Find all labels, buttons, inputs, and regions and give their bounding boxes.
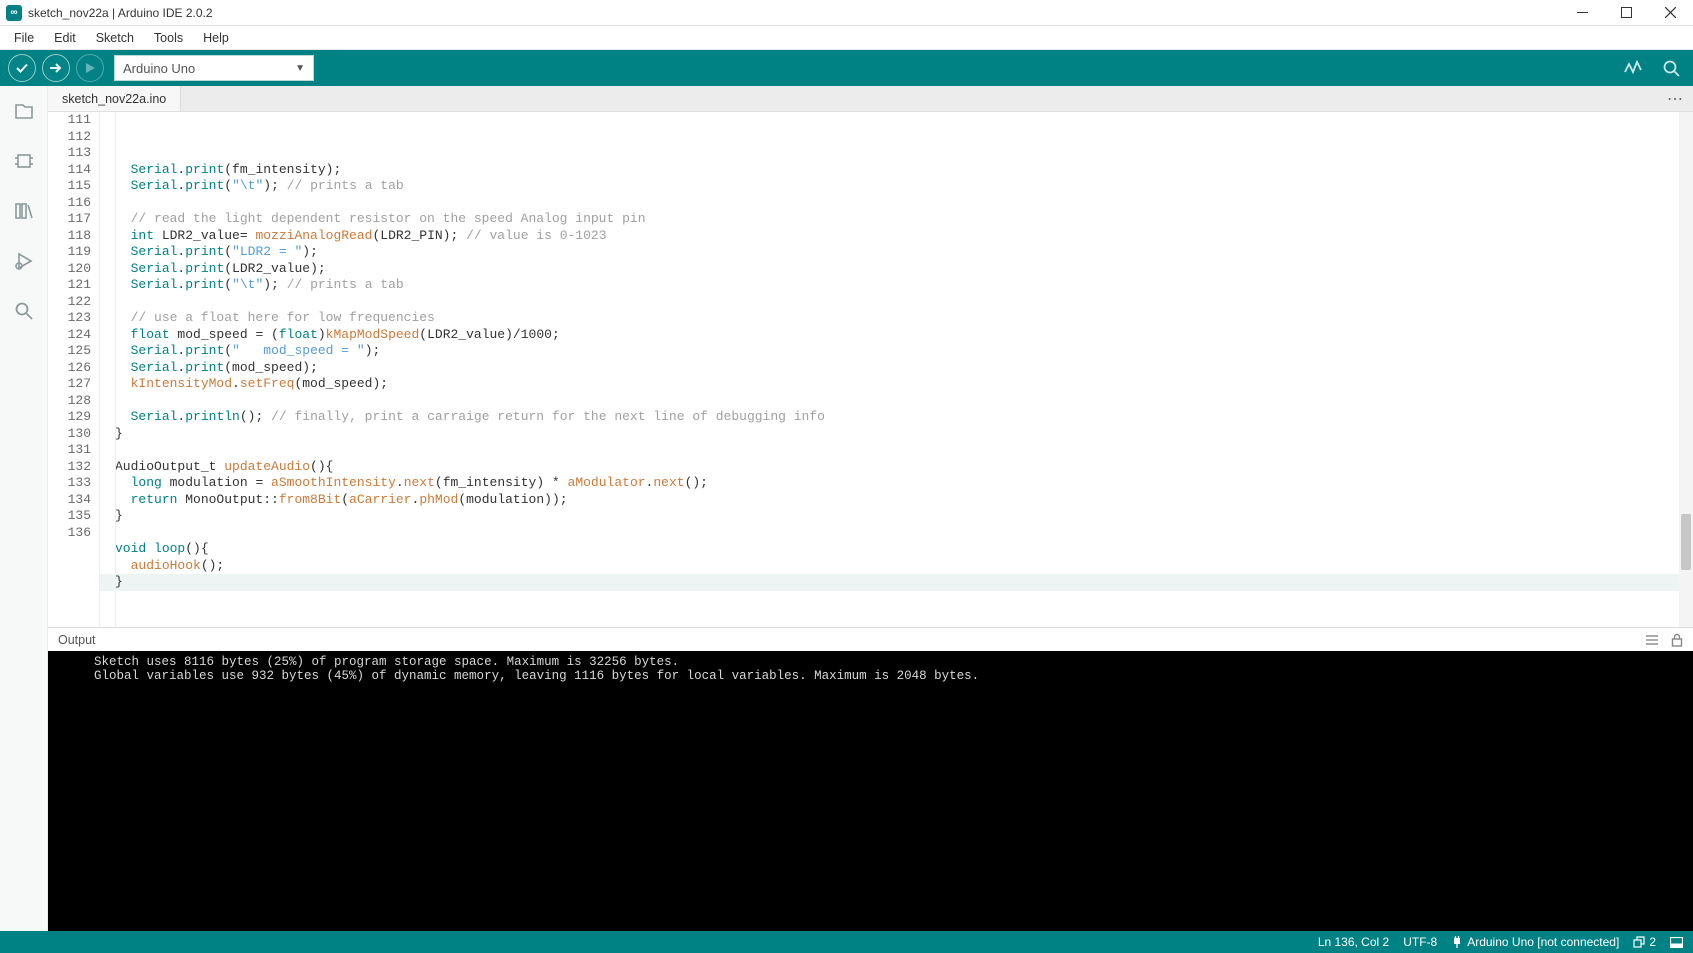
status-bar: Ln 136, Col 2 UTF-8 Arduino Uno [not con… [0, 931, 1693, 953]
code-line[interactable]: Serial.print("LDR2 = "); [100, 244, 1693, 261]
code-line[interactable] [100, 294, 1693, 311]
code-line[interactable]: long modulation = aSmoothIntensity.next(… [100, 475, 1693, 492]
debug-icon[interactable] [13, 250, 35, 272]
status-ln-col[interactable]: Ln 136, Col 2 [1318, 935, 1389, 949]
indent-guide [115, 112, 116, 627]
toolbar: Arduino Uno ▼ [0, 50, 1693, 86]
upload-button[interactable] [42, 54, 70, 82]
boards-manager-icon[interactable] [13, 150, 35, 172]
search-icon[interactable] [13, 300, 35, 322]
code-line[interactable]: } [100, 508, 1693, 525]
board-selector-label: Arduino Uno [123, 61, 195, 76]
output-options-icon[interactable] [1645, 633, 1659, 647]
tab-overflow-button[interactable]: ⋯ [1657, 86, 1693, 111]
code-line[interactable]: AudioOutput_t updateAudio(){ [100, 459, 1693, 476]
status-board[interactable]: Arduino Uno [not connected] [1451, 935, 1619, 949]
code-line[interactable]: // read the light dependent resistor on … [100, 211, 1693, 228]
code-line[interactable]: void loop(){ [100, 541, 1693, 558]
title-bar: ∞ sketch_nov22a | Arduino IDE 2.0.2 [0, 0, 1693, 26]
output-label: Output [58, 633, 96, 647]
code-line[interactable]: Serial.print(fm_intensity); [100, 162, 1693, 179]
status-close-panel[interactable] [1670, 937, 1683, 948]
output-console[interactable]: Sketch uses 8116 bytes (25%) of program … [48, 651, 1693, 931]
code-line[interactable] [100, 195, 1693, 212]
code-line[interactable]: kIntensityMod.setFreq(mod_speed); [100, 376, 1693, 393]
code-line[interactable]: Serial.print(" mod_speed = "); [100, 343, 1693, 360]
scrollbar-thumb[interactable] [1681, 514, 1691, 571]
activity-bar [0, 86, 48, 931]
share-icon [1633, 936, 1645, 948]
menu-sketch[interactable]: Sketch [86, 28, 144, 48]
editor-tabs: sketch_nov22a.ino ⋯ [48, 86, 1693, 112]
verify-button[interactable] [8, 54, 36, 82]
code-line[interactable]: Serial.print("\t"); // prints a tab [100, 277, 1693, 294]
debug-button[interactable] [76, 54, 104, 82]
code-line[interactable]: float mod_speed = (float)kMapModSpeed(LD… [100, 327, 1693, 344]
menu-bar: FileEditSketchToolsHelp [0, 26, 1693, 50]
library-manager-icon[interactable] [13, 200, 35, 222]
code-line[interactable]: Serial.println(); // finally, print a ca… [100, 409, 1693, 426]
code-line[interactable]: return MonoOutput::from8Bit(aCarrier.phM… [100, 492, 1693, 509]
menu-edit[interactable]: Edit [44, 28, 86, 48]
code-line[interactable]: // use a float here for low frequencies [100, 310, 1693, 327]
code-editor[interactable]: 1111121131141151161171181191201211221231… [48, 112, 1693, 627]
code-line[interactable]: } [100, 426, 1693, 443]
code-line[interactable] [100, 442, 1693, 459]
code-line[interactable]: audioHook(); [100, 558, 1693, 575]
app-icon: ∞ [6, 5, 22, 21]
window-title: sketch_nov22a | Arduino IDE 2.0.2 [28, 6, 213, 20]
status-notifications[interactable]: 2 [1633, 935, 1656, 949]
vertical-scrollbar[interactable] [1679, 112, 1693, 627]
board-selector[interactable]: Arduino Uno ▼ [114, 55, 314, 81]
code-line[interactable]: Serial.print(LDR2_value); [100, 261, 1693, 278]
code-line[interactable] [100, 393, 1693, 410]
code-line[interactable]: } [100, 574, 1693, 591]
menu-help[interactable]: Help [193, 28, 239, 48]
line-number-gutter: 1111121131141151161171181191201211221231… [48, 112, 100, 627]
output-panel-header: Output [48, 627, 1693, 651]
menu-file[interactable]: File [4, 28, 44, 48]
code-line[interactable]: Serial.print(mod_speed); [100, 360, 1693, 377]
serial-plotter-icon[interactable] [1623, 58, 1643, 78]
menu-tools[interactable]: Tools [144, 28, 193, 48]
output-lock-icon[interactable] [1671, 633, 1683, 647]
code-line[interactable] [100, 525, 1693, 542]
code-line[interactable]: Serial.print("\t"); // prints a tab [100, 178, 1693, 195]
plug-icon [1451, 936, 1463, 948]
close-button[interactable] [1663, 6, 1677, 20]
code-line[interactable]: int LDR2_value= mozziAnalogRead(LDR2_PIN… [100, 228, 1693, 245]
maximize-button[interactable] [1619, 6, 1633, 20]
editor-tab[interactable]: sketch_nov22a.ino [48, 86, 181, 111]
minimize-button[interactable] [1575, 6, 1589, 20]
code-area[interactable]: Serial.print(fm_intensity); Serial.print… [100, 112, 1693, 627]
explorer-icon[interactable] [13, 100, 35, 122]
status-encoding[interactable]: UTF-8 [1403, 935, 1437, 949]
serial-monitor-icon[interactable] [1661, 58, 1681, 78]
chevron-down-icon: ▼ [295, 63, 305, 74]
